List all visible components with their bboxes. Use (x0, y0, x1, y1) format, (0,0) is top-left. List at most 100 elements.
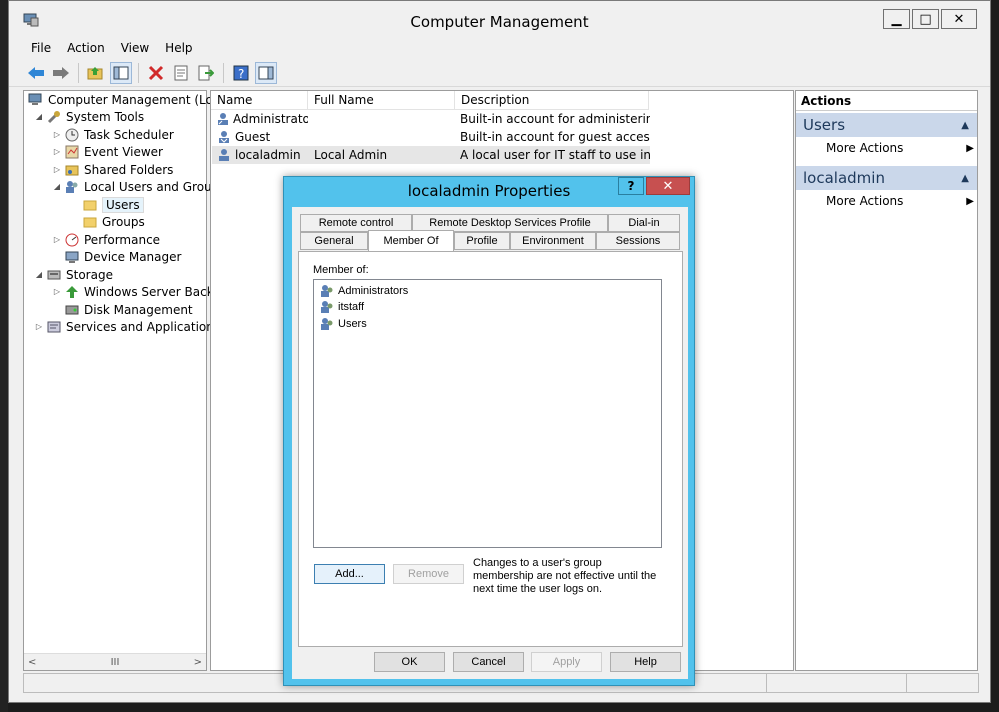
tree-item-services-applications[interactable]: ▷ Services and Applications (34, 318, 220, 335)
question-icon: ? (627, 179, 635, 193)
list-row[interactable]: Guest Built-in account for guest access … (212, 128, 650, 146)
remove-button[interactable]: Remove (393, 564, 464, 584)
expand-icon[interactable]: ▷ (52, 147, 62, 156)
menu-help[interactable]: Help (157, 39, 200, 58)
user-name: Administrator (233, 112, 308, 126)
back-icon[interactable] (25, 62, 47, 84)
scroll-left-icon[interactable]: < (28, 657, 36, 668)
console-tree[interactable]: Computer Management (Local ◢ System Tool… (23, 90, 230, 671)
menu-action[interactable]: Action (59, 39, 113, 58)
close-button[interactable]: ✕ (941, 9, 977, 29)
tab-environment[interactable]: Environment (510, 232, 596, 250)
tree-item-windows-server-backup[interactable]: ▷ Windows Server Backup (52, 283, 229, 300)
tree-label: Disk Management (84, 302, 193, 317)
list-row-selected[interactable]: localadmin Local Admin A local user for … (212, 146, 650, 164)
maximize-button[interactable]: □ (912, 9, 939, 29)
collapse-icon[interactable]: ◢ (52, 182, 62, 191)
performance-icon (64, 233, 80, 247)
scroll-thumb[interactable]: III (111, 657, 120, 668)
tree-item-local-users-groups[interactable]: ◢ Local Users and Groups (52, 178, 226, 195)
cell-name: localadmin (216, 146, 308, 164)
action-label: More Actions (826, 194, 904, 208)
more-actions-localadmin[interactable]: More Actions ▶ (826, 192, 974, 210)
dialog-body: Remote control Remote Desktop Services P… (292, 207, 688, 679)
group-icon (319, 284, 335, 298)
tree-item-task-scheduler[interactable]: ▷ Task Scheduler (52, 126, 174, 143)
dialog-close-button[interactable]: ✕ (646, 177, 690, 195)
column-header-description[interactable]: Description (455, 91, 649, 110)
list-row[interactable]: Administrator Built-in account for admin… (212, 110, 650, 128)
folder-icon (82, 198, 98, 212)
disk-icon (64, 303, 80, 317)
tree-item-root[interactable]: Computer Management (Local (26, 91, 230, 108)
up-folder-icon[interactable] (85, 62, 107, 84)
tree-label: Windows Server Backup (84, 284, 229, 299)
cell-description: Built-in account for guest access t... (460, 130, 650, 144)
properties-icon[interactable] (170, 62, 192, 84)
tree-item-storage[interactable]: ◢ Storage (34, 266, 113, 283)
status-segment (906, 674, 978, 692)
list-item[interactable]: Administrators (319, 283, 408, 299)
more-actions-users[interactable]: More Actions ▶ (826, 139, 974, 157)
expand-icon[interactable]: ▷ (52, 235, 62, 244)
tab-profile[interactable]: Profile (454, 232, 510, 250)
tree-horizontal-scrollbar[interactable]: < III > (24, 653, 206, 670)
tab-general[interactable]: General (300, 232, 368, 250)
tree-item-users[interactable]: Users (80, 196, 144, 213)
user-icon (216, 112, 230, 126)
expand-icon[interactable]: ▷ (52, 130, 62, 139)
expand-icon[interactable]: ▷ (34, 322, 44, 331)
tree-item-groups[interactable]: Groups (80, 213, 145, 230)
tree-item-event-viewer[interactable]: ▷ Event Viewer (52, 143, 163, 160)
cancel-button[interactable]: Cancel (453, 652, 524, 672)
tab-sessions[interactable]: Sessions (596, 232, 680, 250)
collapse-icon[interactable]: ◢ (34, 112, 44, 121)
tree-item-shared-folders[interactable]: ▷ Shared Folders (52, 161, 173, 178)
delete-icon[interactable] (145, 62, 167, 84)
title-bar[interactable]: Computer Management ▁ □ ✕ (9, 1, 990, 38)
add-button[interactable]: Add... (314, 564, 385, 584)
menu-view[interactable]: View (113, 39, 157, 58)
tab-dial-in[interactable]: Dial-in (608, 214, 680, 232)
actions-pane: Actions Users ▲ More Actions ▶ localadmi… (795, 90, 978, 671)
minimize-button[interactable]: ▁ (883, 9, 910, 29)
help-button[interactable]: Help (610, 652, 681, 672)
show-hide-action-pane-icon[interactable] (255, 61, 277, 84)
forward-icon[interactable] (50, 62, 72, 84)
actions-section-users[interactable]: Users ▲ (796, 113, 977, 137)
status-segment (766, 674, 906, 692)
clock-icon (64, 128, 80, 142)
dialog-help-button[interactable]: ? (618, 177, 644, 195)
expand-icon[interactable]: ▷ (52, 165, 62, 174)
member-of-list[interactable]: Administrators itstaff Users (313, 279, 662, 548)
expand-icon[interactable]: ▷ (52, 287, 62, 296)
tree-item-disk-management[interactable]: Disk Management (62, 301, 193, 318)
menu-file[interactable]: File (23, 39, 59, 58)
close-icon: ✕ (953, 11, 965, 27)
tree-item-device-manager[interactable]: Device Manager (62, 248, 181, 265)
export-icon[interactable] (195, 62, 217, 84)
tools-icon (46, 110, 62, 124)
column-header-full-name[interactable]: Full Name (308, 91, 455, 110)
folder-icon (82, 215, 98, 229)
collapse-icon[interactable]: ▲ (961, 120, 969, 131)
tree-label: Performance (84, 232, 161, 247)
collapse-icon[interactable]: ▲ (961, 173, 969, 184)
collapse-icon[interactable]: ◢ (34, 270, 44, 279)
show-hide-tree-icon[interactable] (110, 61, 132, 84)
membership-note: Changes to a user's group membership are… (473, 557, 657, 595)
ok-button[interactable]: OK (374, 652, 445, 672)
help-icon[interactable]: ? (230, 62, 252, 84)
column-header-name[interactable]: Name (211, 91, 308, 110)
apply-button[interactable]: Apply (531, 652, 602, 672)
tab-member-of[interactable]: Member Of (368, 230, 454, 251)
actions-section-localadmin[interactable]: localadmin ▲ (796, 166, 977, 190)
tree-label: Event Viewer (84, 144, 163, 159)
scroll-right-icon[interactable]: > (194, 657, 202, 668)
tree-item-system-tools[interactable]: ◢ System Tools (34, 108, 144, 125)
list-item[interactable]: itstaff (319, 299, 364, 315)
toolbar-separator (138, 62, 139, 83)
list-item[interactable]: Users (319, 316, 367, 332)
tree-item-performance[interactable]: ▷ Performance (52, 231, 160, 248)
cell-description: A local user for IT staff to use inst... (460, 148, 650, 162)
